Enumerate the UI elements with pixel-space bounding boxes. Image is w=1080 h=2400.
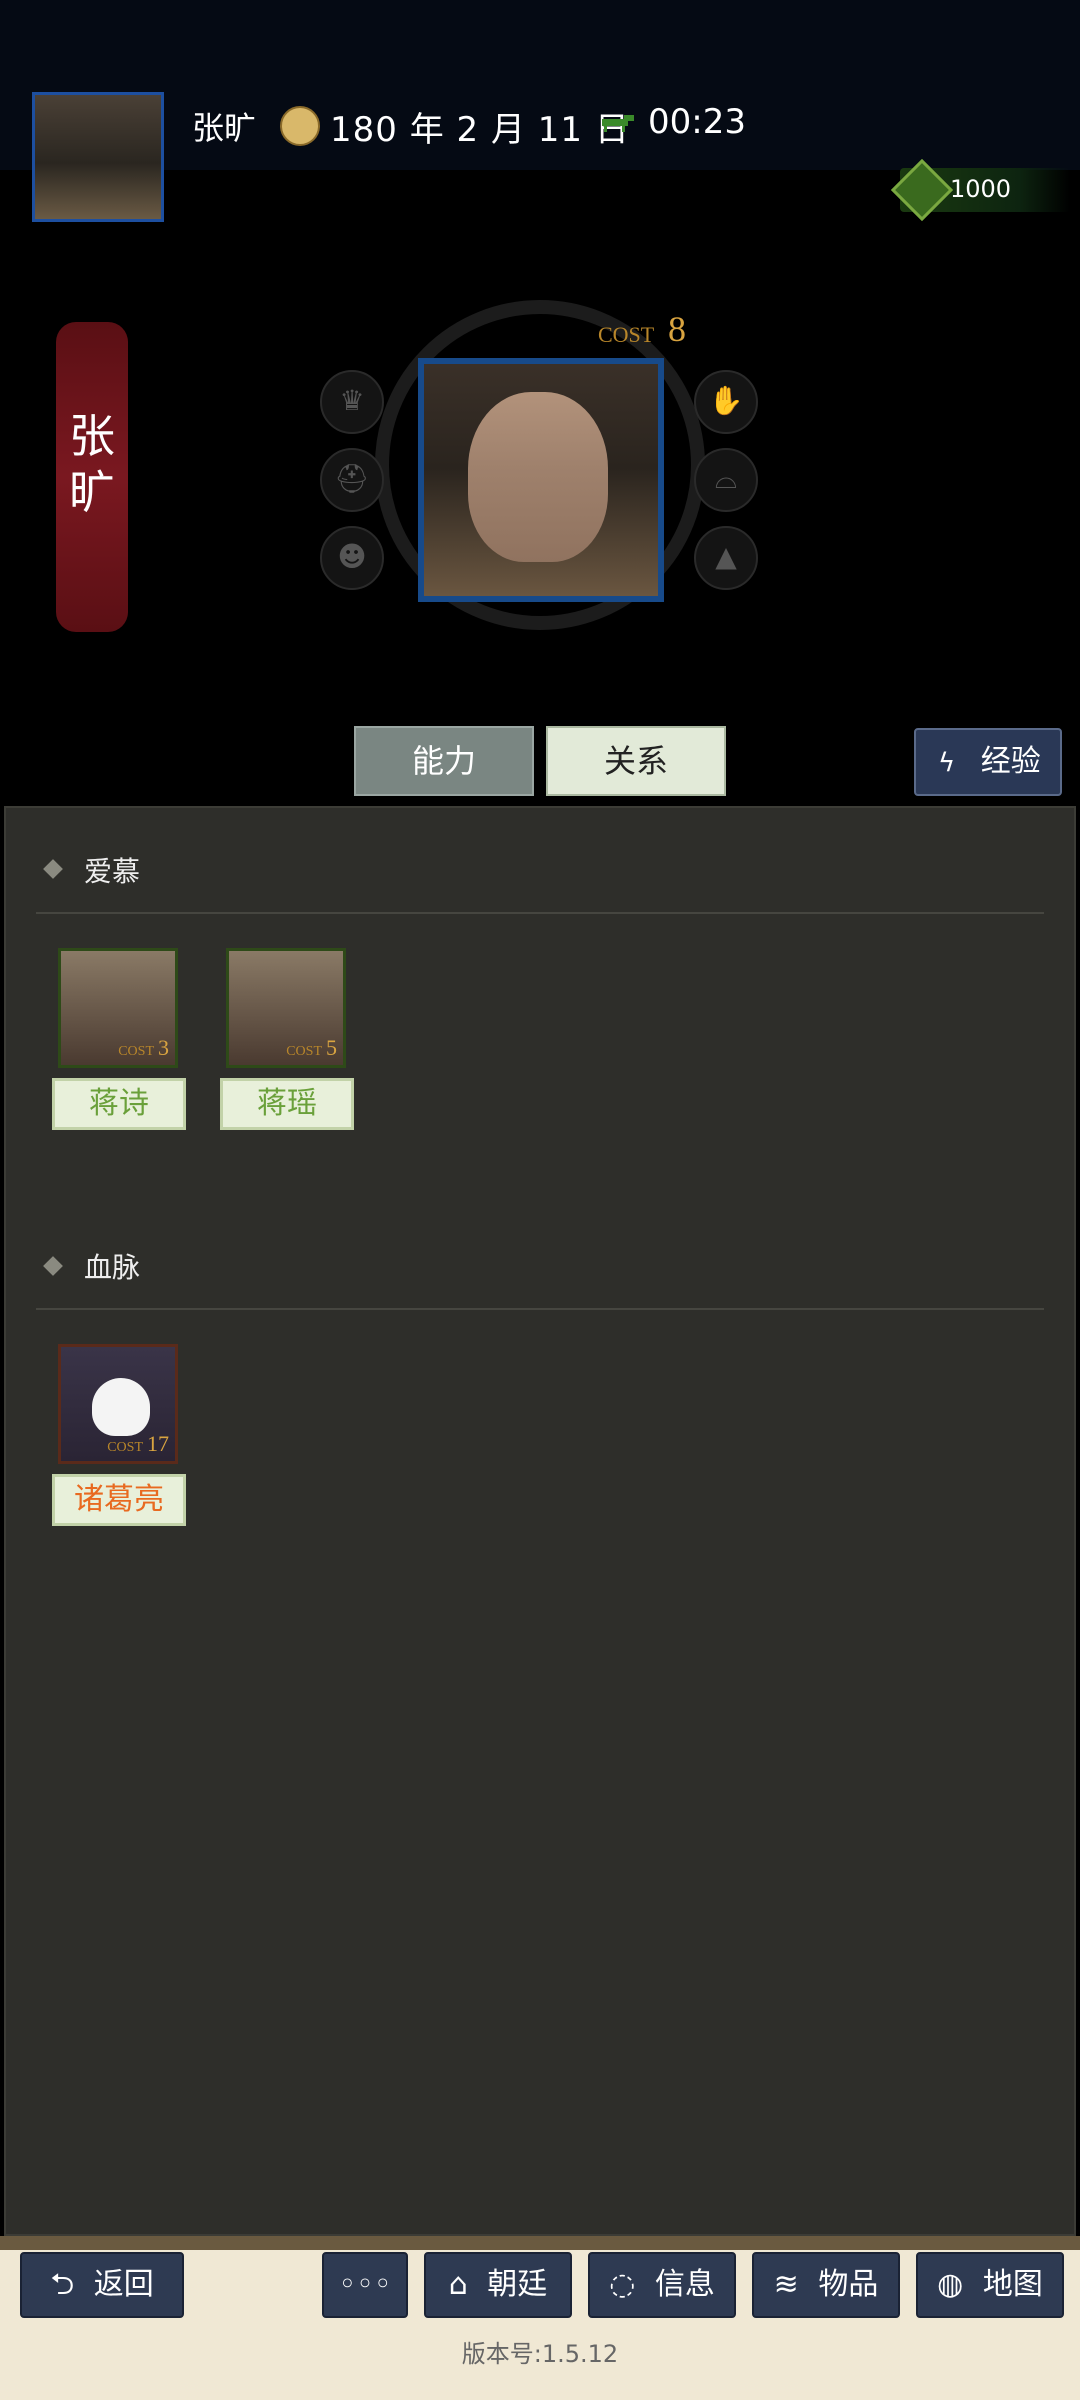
items-button[interactable]: ≋ 物品 [752, 2252, 900, 2318]
hat-icon[interactable]: ⌓ [694, 448, 758, 512]
tab-ability[interactable]: 能力 [354, 726, 534, 796]
court-button[interactable]: ⌂ 朝廷 [424, 2252, 572, 2318]
cost-value: 8 [668, 309, 686, 349]
card-cost: COST 5 [286, 1035, 337, 1060]
relation-name-zhugeliang[interactable]: 诸葛亮 [52, 1474, 186, 1526]
map-label: 地图 [982, 2267, 1043, 2302]
crown-icon[interactable]: ♛ [320, 370, 384, 434]
cost-label: COST [598, 322, 655, 347]
bottom-strip [0, 2236, 1080, 2250]
lightning-icon: ϟ [938, 748, 956, 778]
section-title-blood: 血脉 [84, 1251, 141, 1284]
game-date: 180 年 2 月 11 日 [330, 110, 630, 150]
experience-label: 经验 [980, 744, 1041, 779]
helmet-icon[interactable]: ⛑ [320, 448, 384, 512]
portrait-face [468, 392, 608, 562]
mask-icon[interactable]: ☻ [320, 526, 384, 590]
game-time: 00:23 [648, 102, 746, 142]
version-label: 版本号:1.5.12 [461, 2340, 619, 2368]
relation-card-jiangyao[interactable]: COST 5 [226, 948, 346, 1068]
section-title-love: 爱慕 [84, 855, 141, 888]
currency-amount: 1000 [950, 175, 1012, 203]
experience-button[interactable]: ϟ 经验 [914, 728, 1062, 796]
player-avatar[interactable] [32, 92, 164, 222]
graduation-cap-icon[interactable]: ▲ [694, 526, 758, 590]
card-cost: COST 3 [118, 1035, 169, 1060]
scroll-icon: ≋ [773, 2267, 799, 2302]
character-name: 张旷 [69, 409, 115, 519]
back-arrow-icon: ⮌ [50, 2267, 75, 2302]
chat-icon: ◌ [609, 2267, 636, 2302]
ghost-icon [92, 1378, 150, 1436]
more-button[interactable]: ◦◦◦ [322, 2252, 408, 2318]
relation-name-jiangyao[interactable]: 蒋瑶 [220, 1078, 354, 1130]
horse-icon [602, 115, 634, 132]
tab-relation[interactable]: 关系 [546, 726, 726, 796]
info-label: 信息 [654, 2267, 715, 2302]
hand-icon[interactable]: ✋ [694, 370, 758, 434]
relation-card-jiangshi[interactable]: COST 3 [58, 948, 178, 1068]
player-name: 张旷 [192, 109, 257, 147]
sun-calendar-icon [280, 106, 320, 146]
section-divider [36, 1308, 1044, 1310]
info-button[interactable]: ◌ 信息 [588, 2252, 736, 2318]
section-divider [36, 912, 1044, 914]
items-label: 物品 [818, 2267, 879, 2302]
court-label: 朝廷 [487, 2267, 548, 2302]
back-button[interactable]: ⮌ 返回 [20, 2252, 184, 2318]
back-label: 返回 [93, 2267, 154, 2302]
map-button[interactable]: ◍ 地图 [916, 2252, 1064, 2318]
globe-icon: ◍ [937, 2267, 964, 2302]
relation-name-jiangshi[interactable]: 蒋诗 [52, 1078, 186, 1130]
palace-icon: ⌂ [448, 2267, 468, 2302]
